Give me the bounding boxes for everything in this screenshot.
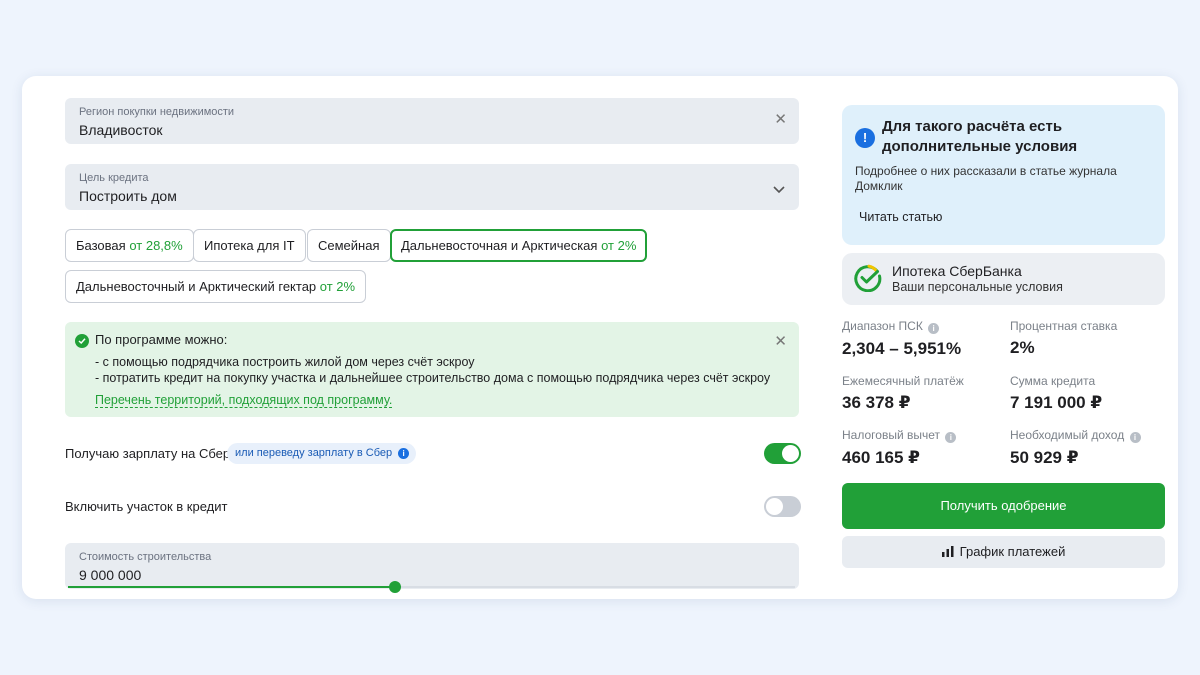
- cost-value: 9 000 000: [79, 567, 142, 583]
- toggle-knob: [782, 445, 799, 462]
- program-chip-family[interactable]: Семейная: [307, 229, 391, 262]
- program-chip-far-east[interactable]: Дальневосточная и Арктическая от 2%: [390, 229, 648, 262]
- schedule-label: График платежей: [959, 544, 1066, 559]
- chip-rate: от 2%: [601, 238, 637, 253]
- stat-amount: Сумма кредита 7 191 000 ₽: [1010, 374, 1170, 413]
- stat-label: Сумма кредита: [1010, 374, 1096, 388]
- stat-rate: Процентная ставка 2%: [1010, 319, 1170, 358]
- info-title: Для такого расчёта есть дополнительные у…: [882, 118, 1078, 155]
- program-chip-base[interactable]: Базовая от 28,8%: [65, 229, 194, 262]
- info-icon[interactable]: i: [928, 323, 940, 334]
- stat-psk: Диапазон ПСК i 2,304 – 5,951%: [842, 319, 1002, 359]
- stat-value: 2%: [1010, 338, 1035, 357]
- info-icon[interactable]: i: [1129, 432, 1141, 443]
- stat-value: 36 378 ₽: [842, 393, 911, 412]
- offer-subtitle: Ваши персональные условия: [892, 280, 1063, 294]
- salary-toggle[interactable]: [764, 443, 801, 464]
- info-icon[interactable]: i: [398, 448, 410, 459]
- stat-tax: Налоговый вычет i 460 165 ₽: [842, 428, 1002, 468]
- stat-label: Налоговый вычет: [842, 428, 940, 442]
- slider-fill: [68, 586, 396, 588]
- notice-line: - потратить кредит на покупку участка и …: [95, 371, 771, 385]
- cost-label: Стоимость строительства: [79, 551, 212, 563]
- salary-row: Получаю зарплату на Сбер или переведу за…: [65, 443, 801, 467]
- program-chip-it[interactable]: Ипотека для IT: [193, 229, 306, 262]
- bar-chart-icon: [941, 537, 954, 569]
- check-circle-icon: [75, 334, 89, 348]
- badge-label: или переведу зарплату в Сбер: [235, 447, 393, 459]
- exclamation-icon: !: [855, 128, 875, 148]
- program-notice: По программе можно: - с помощью подрядчи…: [65, 322, 799, 417]
- region-field[interactable]: Регион покупки недвижимости Владивосток …: [65, 98, 799, 144]
- slider-handle[interactable]: [389, 581, 402, 593]
- additional-conditions-card: ! Для такого расчёта есть дополнительные…: [842, 105, 1165, 245]
- purpose-value: Построить дом: [79, 188, 177, 204]
- chip-label: Дальневосточный и Арктический гектар: [76, 279, 317, 294]
- stat-label: Ежемесячный платёж: [842, 374, 964, 388]
- info-text: Подробнее о них рассказали в статье журн…: [855, 164, 1117, 193]
- plot-row: Включить участок в кредит: [65, 496, 801, 520]
- payment-schedule-button[interactable]: График платежей: [842, 536, 1165, 568]
- territories-link[interactable]: Перечень территорий, подходящих под прог…: [95, 393, 393, 408]
- offer-card: Ипотека СберБанка Ваши персональные усло…: [842, 253, 1165, 305]
- plot-toggle[interactable]: [764, 496, 801, 517]
- notice-title: По программе можно:: [95, 332, 228, 347]
- calculator-card: Регион покупки недвижимости Владивосток …: [22, 76, 1178, 599]
- offer-title: Ипотека СберБанка: [892, 263, 1022, 279]
- stat-payment: Ежемесячный платёж 36 378 ₽: [842, 374, 1002, 413]
- notice-line: - с помощью подрядчика построить жилой д…: [95, 355, 475, 369]
- stat-value: 2,304 – 5,951%: [842, 339, 962, 358]
- stat-value: 7 191 000 ₽: [1010, 393, 1103, 412]
- chip-rate: от 28,8%: [129, 238, 183, 253]
- stat-value: 50 929 ₽: [1010, 448, 1079, 467]
- toggle-knob: [766, 498, 783, 515]
- info-icon[interactable]: i: [945, 432, 957, 443]
- chip-label: Ипотека для IT: [204, 238, 295, 253]
- program-chip-hectare[interactable]: Дальневосточный и Арктический гектар от …: [65, 270, 367, 303]
- purpose-select[interactable]: Цель кредита Построить дом: [65, 164, 799, 210]
- read-article-link[interactable]: Читать статью: [859, 210, 942, 224]
- region-label: Регион покупки недвижимости: [79, 106, 235, 118]
- stat-value: 460 165 ₽: [842, 448, 921, 467]
- chip-label: Семейная: [318, 238, 380, 253]
- chevron-down-icon: [773, 181, 785, 199]
- construction-cost-field[interactable]: Стоимость строительства 9 000 000: [65, 543, 799, 589]
- cost-slider[interactable]: [68, 581, 795, 593]
- close-icon[interactable]: ✕: [774, 334, 787, 350]
- stat-label: Процентная ставка: [1010, 319, 1118, 333]
- salary-label: Получаю зарплату на Сбер: [65, 446, 231, 461]
- stat-income: Необходимый доход i 50 929 ₽: [1010, 428, 1170, 468]
- chip-label: Дальневосточная и Арктическая: [401, 238, 598, 253]
- get-approval-button[interactable]: Получить одобрение: [842, 483, 1165, 529]
- region-value: Владивосток: [79, 122, 163, 138]
- salary-transfer-badge[interactable]: или переведу зарплату в Сбер i: [227, 443, 417, 464]
- chip-rate: от 2%: [319, 279, 356, 294]
- purpose-label: Цель кредита: [79, 172, 149, 184]
- plot-label: Включить участок в кредит: [65, 499, 228, 514]
- sber-logo-icon: [854, 264, 882, 297]
- clear-icon[interactable]: ✕: [774, 112, 787, 128]
- chip-label: Базовая: [76, 238, 126, 253]
- stat-label: Диапазон ПСК: [842, 319, 923, 333]
- stat-label: Необходимый доход: [1010, 428, 1125, 442]
